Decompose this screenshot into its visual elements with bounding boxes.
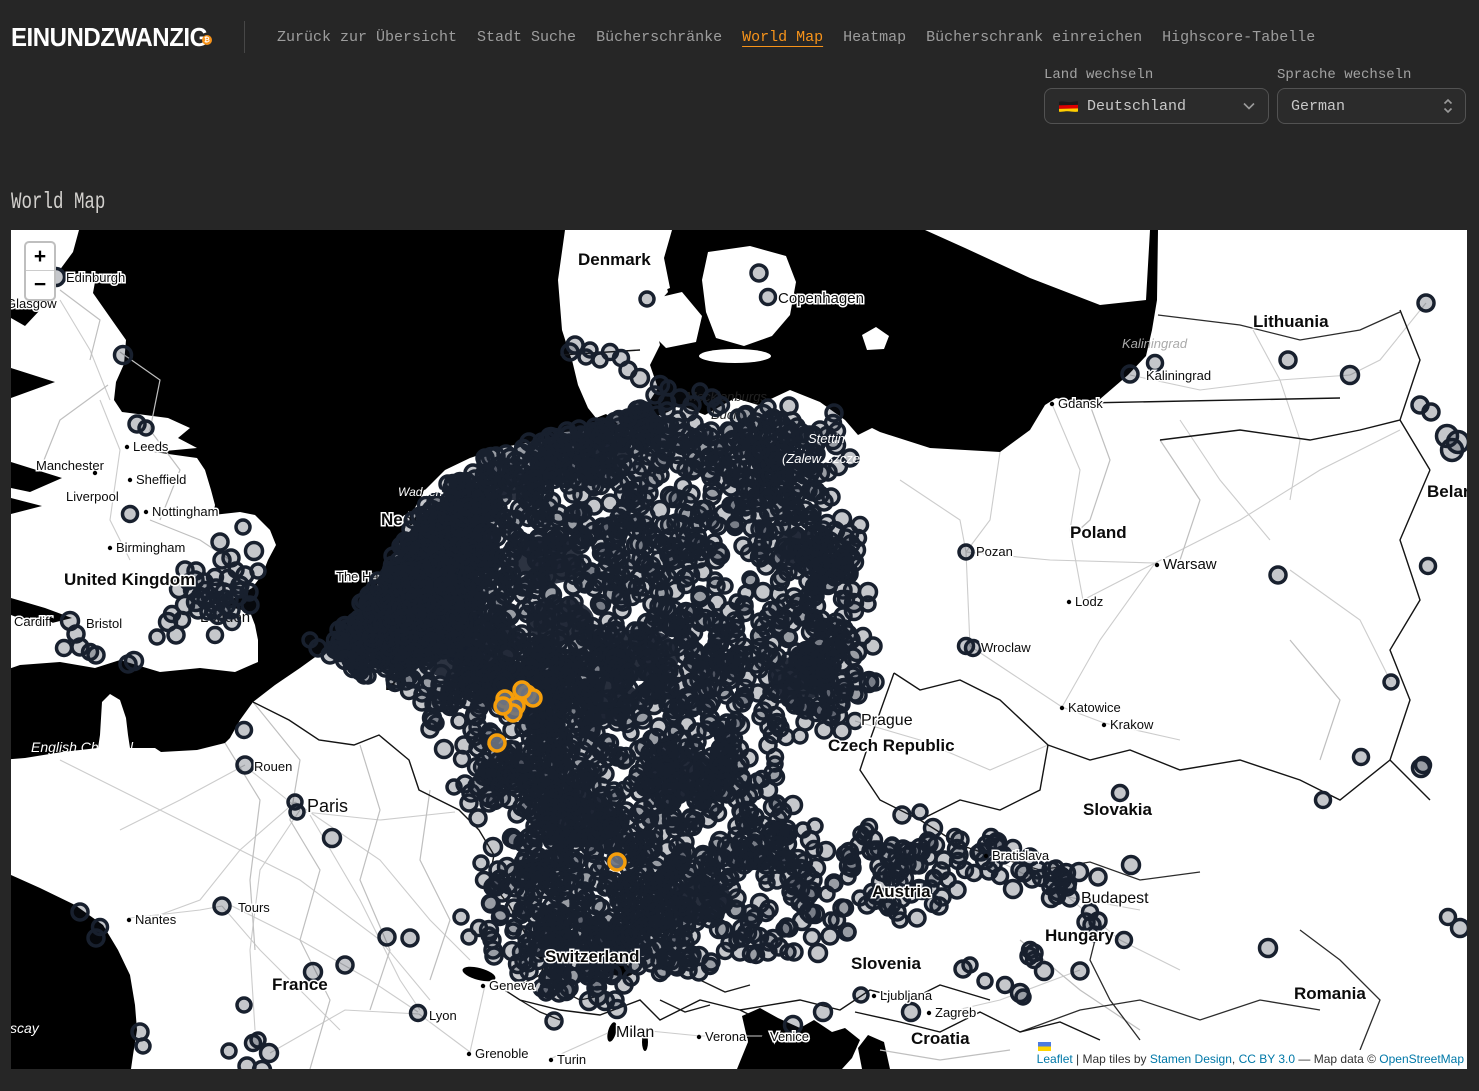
svg-text:Bristol: Bristol [86, 616, 122, 631]
svg-text:Grenoble: Grenoble [475, 1046, 528, 1061]
svg-text:Lithuania: Lithuania [1253, 312, 1329, 331]
svg-text:Milan: Milan [616, 1024, 654, 1041]
svg-text:Slovakia: Slovakia [1083, 800, 1153, 819]
svg-text:Manchester: Manchester [36, 458, 105, 473]
svg-text:France: France [272, 975, 328, 994]
svg-text:Romania: Romania [1294, 984, 1366, 1003]
svg-text:Stettiner Haff: Stettiner Haff [808, 431, 885, 446]
svg-text:United Kingdom: United Kingdom [64, 570, 195, 589]
svg-text:scay: scay [11, 1020, 40, 1036]
svg-text:Paris: Paris [307, 796, 348, 816]
svg-text:Leeds: Leeds [133, 439, 169, 454]
svg-text:Katowice: Katowice [1068, 700, 1121, 715]
svg-text:Wroclaw: Wroclaw [981, 640, 1031, 655]
svg-text:Geneva: Geneva [489, 978, 535, 993]
svg-text:Cardiff: Cardiff [14, 614, 52, 629]
svg-text:Lodz: Lodz [1075, 594, 1103, 609]
svg-text:Prague: Prague [861, 712, 913, 729]
svg-text:Czech Republic: Czech Republic [828, 736, 955, 755]
svg-text:Zagreb: Zagreb [935, 1005, 976, 1020]
svg-text:Turin: Turin [557, 1052, 586, 1067]
svg-text:Denmark: Denmark [578, 250, 651, 269]
svg-text:English Channel: English Channel [31, 739, 134, 755]
svg-text:Venice: Venice [770, 1029, 809, 1044]
svg-text:Sheffield: Sheffield [136, 472, 186, 487]
svg-text:Hungary: Hungary [1045, 926, 1115, 945]
svg-text:Edinburgh: Edinburgh [66, 270, 125, 285]
svg-text:Verona: Verona [705, 1029, 747, 1044]
svg-text:Krakow: Krakow [1110, 717, 1154, 732]
svg-text:Copenhagen: Copenhagen [778, 290, 864, 307]
svg-text:Pozan: Pozan [976, 544, 1013, 559]
svg-text:Belarus: Belarus [1427, 482, 1467, 501]
svg-text:Birmingham: Birmingham [116, 540, 185, 555]
svg-text:Lyon: Lyon [429, 1008, 457, 1023]
svg-text:Kaliningrad: Kaliningrad [1122, 336, 1188, 351]
svg-text:Tours: Tours [238, 900, 270, 915]
svg-text:Warsaw: Warsaw [1163, 556, 1217, 573]
svg-text:Austria: Austria [872, 882, 931, 901]
svg-text:Nantes: Nantes [135, 912, 177, 927]
svg-text:Bratislava: Bratislava [992, 848, 1050, 863]
svg-text:Poland: Poland [1070, 523, 1127, 542]
svg-text:Slovenia: Slovenia [851, 954, 921, 973]
svg-text:Budapest: Budapest [1081, 890, 1149, 907]
svg-text:Wadden: Wadden [398, 485, 443, 499]
svg-text:Rouen: Rouen [254, 759, 292, 774]
svg-text:Kaliningrad: Kaliningrad [1146, 368, 1211, 383]
svg-text:Nottingham: Nottingham [152, 504, 218, 519]
svg-text:Switzerland: Switzerland [545, 947, 639, 966]
svg-text:(Zalew Szczecinski): (Zalew Szczecinski) [782, 451, 897, 466]
svg-text:Gdansk: Gdansk [1058, 396, 1103, 411]
svg-text:Ljubljana: Ljubljana [880, 988, 933, 1003]
svg-text:Croatia: Croatia [911, 1029, 970, 1048]
svg-text:Liverpool: Liverpool [66, 489, 119, 504]
